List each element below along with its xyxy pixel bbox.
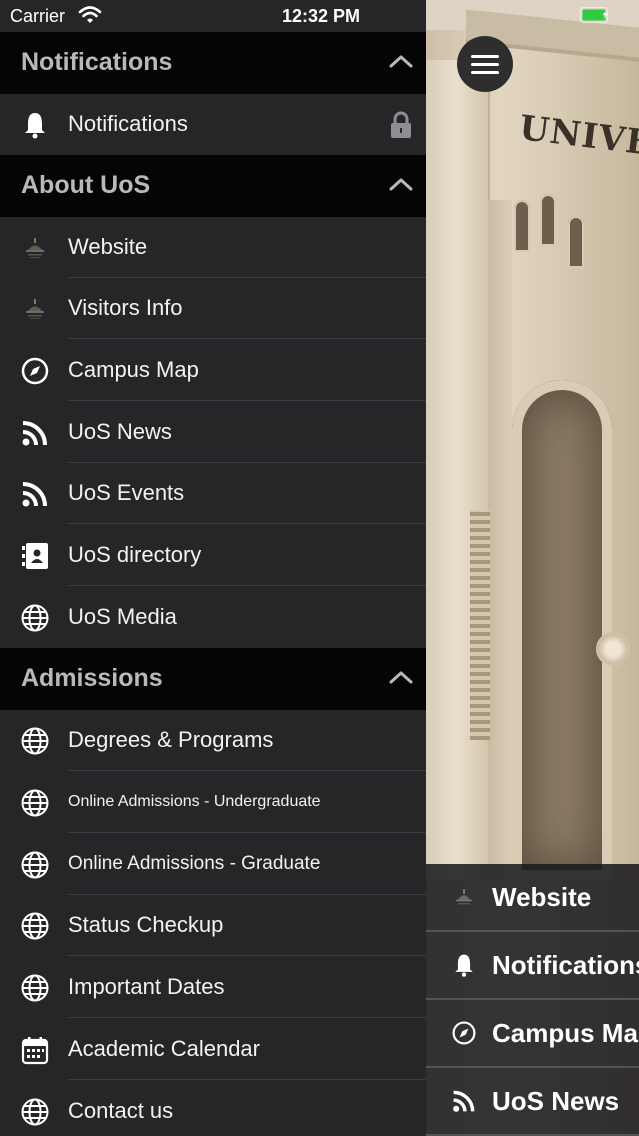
building-pillar [426,60,490,880]
drawer-item-visitors-info[interactable]: Visitors Info [0,278,426,339]
drawer-item-label: Website [68,234,148,259]
drawer-item-contact-us[interactable]: Contact us [0,1081,426,1136]
drawer-item-degrees-programs[interactable]: Degrees & Programs [0,710,426,771]
drawer-item-label: Online Admissions - Graduate [68,853,321,874]
uos-logo-icon [456,889,472,905]
section-title: Notifications [21,48,173,76]
drawer-item-campus-map[interactable]: Campus Map [0,340,426,401]
building-window [540,194,556,246]
tile-label: Campus Map [492,1018,639,1048]
compass-icon [452,1021,476,1045]
separator [68,955,426,956]
tile-uos-news[interactable]: UoS News [426,1068,639,1136]
separator [68,1017,426,1018]
globe-icon [21,604,49,632]
lock-icon [391,111,411,138]
tile-campus-map[interactable]: Campus Map [426,1000,639,1068]
separator [68,400,426,401]
wifi-icon [78,6,102,23]
drawer-item-label: Campus Map [68,357,199,382]
drawer-item-label: Online Admissions - Undergraduate [68,793,321,810]
menu-button[interactable] [457,36,513,92]
rss-icon [22,482,47,507]
section-header-notifications[interactable]: Notifications [0,32,426,94]
bell-icon [455,954,473,977]
drawer-item-status-checkup[interactable]: Status Checkup [0,895,426,956]
chevron-up-icon [389,671,413,684]
tile-website[interactable]: Website [426,864,639,932]
quick-tiles: Website Notifications Campus Map UoS New… [426,864,639,1136]
hamburger-icon [471,63,499,66]
globe-icon [21,789,49,817]
battery-icon [580,7,608,23]
drawer-item-uos-news[interactable]: UoS News [0,402,426,463]
separator [68,1079,426,1080]
tile-notifications[interactable]: Notifications [426,932,639,1000]
separator [68,832,426,833]
building-arch [512,380,612,880]
hamburger-icon [471,71,499,74]
drawer-item-uos-directory[interactable]: UoS directory [0,525,426,586]
uos-logo-icon [26,238,44,258]
rss-icon [22,421,47,446]
drawer-item-important-dates[interactable]: Important Dates [0,957,426,1018]
compass-icon [21,357,49,385]
hamburger-icon [471,55,499,58]
drawer-item-label: UoS News [68,419,172,444]
drawer-item-website[interactable]: Website [0,217,426,278]
section-header-about-uos[interactable]: About UoS [0,155,426,217]
uos-logo-icon [26,299,44,319]
carrier-label: Carrier [10,6,66,26]
clock: 12:32 PM [282,6,361,26]
tile-label: UoS News [492,1086,620,1116]
separator [68,770,426,771]
drawer-item-online-admissions-graduate[interactable]: Online Admissions - Graduate [0,834,426,895]
side-drawer: Notifications Notifications About UoS We… [0,0,426,1136]
separator [68,585,426,586]
tile-label: Website [492,882,592,912]
bell-icon [25,113,45,139]
drawer-item-online-admissions-undergraduate[interactable]: Online Admissions - Undergraduate [0,772,426,833]
building-window [568,216,584,268]
globe-icon [21,912,49,940]
drawer-item-academic-calendar[interactable]: Academic Calendar [0,1019,426,1080]
drawer-item-label: Academic Calendar [68,1036,260,1061]
drawer-item-notifications[interactable]: Notifications [0,94,426,155]
globe-icon [21,1098,49,1126]
drawer-item-label: Notifications [68,111,188,136]
drawer-item-label: Visitors Info [68,295,183,320]
drawer-item-uos-media[interactable]: UoS Media [0,587,426,648]
building-grille [470,510,490,740]
drawer-item-label: Contact us [68,1098,174,1123]
drawer-item-label: UoS directory [68,542,202,567]
globe-icon [21,974,49,1002]
building-rosette [596,632,630,666]
drawer-item-label: Degrees & Programs [68,727,274,752]
chevron-up-icon [389,55,413,68]
drawer-item-uos-events[interactable]: UoS Events [0,463,426,524]
separator [68,523,426,524]
tile-label: Notifications [492,950,639,980]
building-pillar [488,200,512,880]
status-bar: Carrier 12:32 PM [0,0,639,32]
section-header-admissions[interactable]: Admissions [0,648,426,710]
calendar-icon [21,1037,49,1065]
separator [68,338,426,339]
chevron-up-icon [389,178,413,191]
section-title: Admissions [21,664,163,692]
rss-icon [453,1090,475,1112]
contact-book-icon [22,543,48,569]
drawer-item-label: Status Checkup [68,912,224,937]
drawer-item-label: Important Dates [68,974,225,999]
globe-icon [21,851,49,879]
building-window [514,200,530,252]
drawer-item-label: UoS Events [68,480,185,505]
section-title: About UoS [21,171,151,199]
building-inscription: UNIVERSIT [517,108,639,176]
globe-icon [21,727,49,755]
drawer-item-label: UoS Media [68,604,177,629]
